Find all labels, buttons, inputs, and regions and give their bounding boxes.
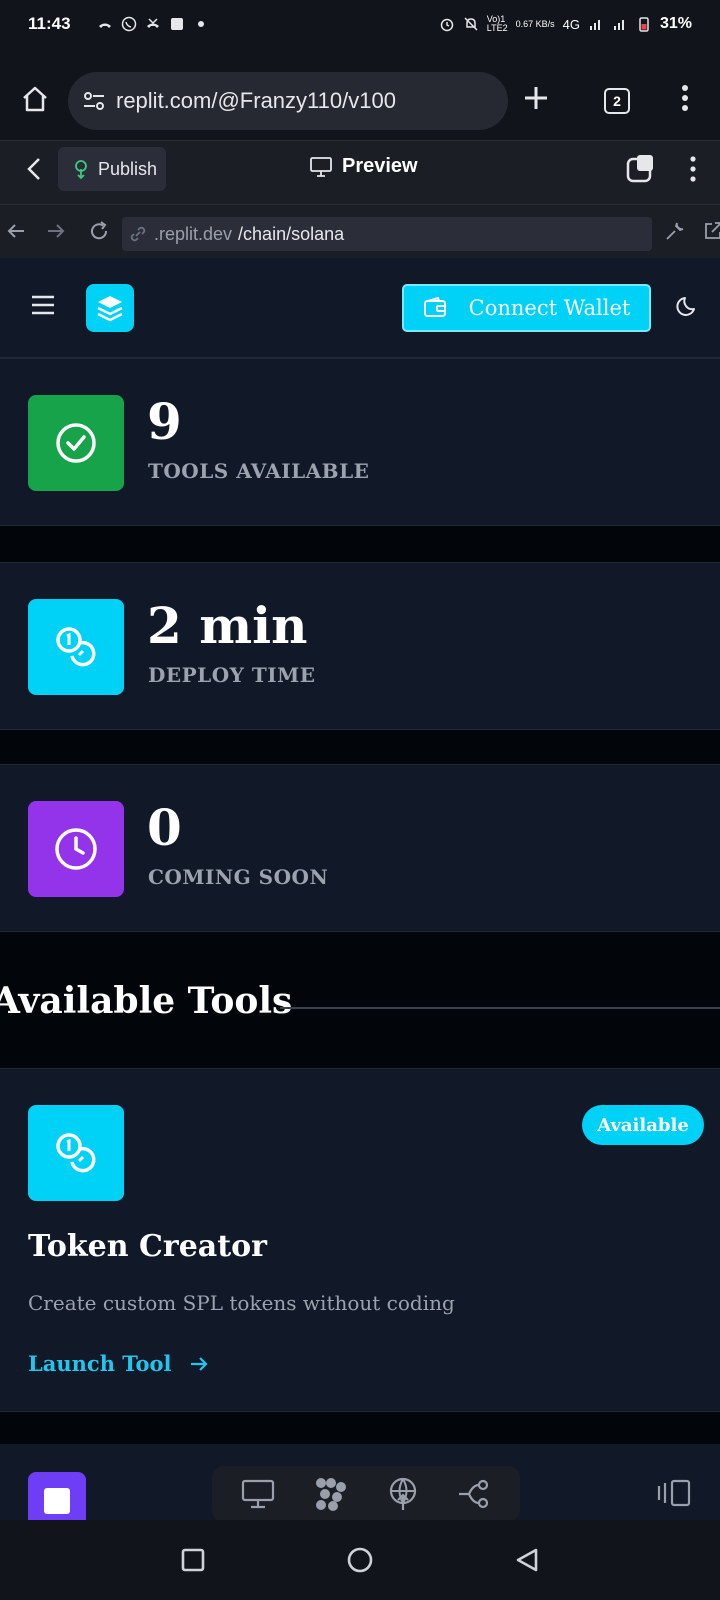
- reload-icon[interactable]: [88, 220, 110, 242]
- home-circle-icon[interactable]: [347, 1547, 373, 1573]
- monitor-icon: [310, 156, 332, 177]
- volte-indicator: Vo)1 LTE2: [486, 14, 508, 33]
- signal-icon: [613, 20, 624, 30]
- stat-value: 9: [147, 392, 182, 451]
- address-bar[interactable]: replit.com/@Franzy110/v100: [68, 72, 508, 130]
- battery-icon: [639, 17, 649, 32]
- stat-card-coming-soon: 0 COMING SOON: [0, 764, 720, 932]
- stat-label: TOOLS AVAILABLE: [148, 459, 370, 483]
- publish-label: Publish: [98, 158, 158, 179]
- git-branch-icon[interactable]: [457, 1479, 491, 1509]
- app-logo[interactable]: [86, 284, 134, 332]
- stat-label: COMING SOON: [148, 865, 329, 889]
- home-icon[interactable]: [20, 84, 50, 114]
- layers-icon: [97, 296, 123, 322]
- preview-url-domain: .replit.dev: [154, 223, 233, 244]
- tabs-icon[interactable]: [626, 153, 656, 183]
- stat-value: 0: [147, 798, 182, 857]
- status-time: 11:43: [28, 14, 71, 33]
- dark-mode-moon-icon[interactable]: [676, 294, 700, 318]
- mute-icon: [464, 17, 478, 31]
- whatsapp-icon: [121, 16, 136, 32]
- app-viewport: Connect Wallet 9 TOOLS AVAILABLE 2 min D…: [0, 258, 720, 1520]
- link-icon: [130, 226, 146, 242]
- launch-tool-label: Launch Tool: [28, 1351, 172, 1376]
- more-options-icon[interactable]: [688, 155, 698, 183]
- recents-square-icon[interactable]: [181, 1548, 205, 1572]
- launch-tool-link[interactable]: Launch Tool: [28, 1351, 209, 1376]
- preview-address-bar: .replit.dev/chain/solana: [0, 204, 720, 258]
- status-badge: Available: [582, 1105, 704, 1145]
- android-navigation-bar: [0, 1520, 720, 1600]
- coins-icon: [28, 1105, 124, 1201]
- network-type: 4G: [562, 16, 580, 32]
- status-bar: 11:43 Vo)1 LTE2 0.67 KB/s 4G 31%: [0, 0, 720, 48]
- publish-button[interactable]: Publish: [58, 147, 166, 191]
- replit-preview-bar: Publish Preview: [0, 140, 720, 204]
- speed-indicator: 0.67 KB/s: [515, 18, 555, 29]
- preview-url-path: /chain/solana: [238, 223, 345, 244]
- notification-icons: [97, 16, 209, 32]
- tab-switcher-button[interactable]: 2: [604, 88, 630, 114]
- preview-url-input[interactable]: .replit.dev/chain/solana: [122, 217, 652, 251]
- battery-percent: 31%: [659, 15, 692, 32]
- stat-card-tools: 9 TOOLS AVAILABLE: [0, 358, 720, 526]
- stat-card-deploy: 2 min DEPLOY TIME: [0, 562, 720, 730]
- stop-icon: [44, 1488, 70, 1514]
- stat-value: 2 min: [147, 596, 308, 655]
- missed-call-icon: [98, 23, 111, 28]
- coins-icon: [28, 599, 124, 695]
- connect-wallet-button[interactable]: Connect Wallet: [402, 284, 651, 332]
- section-title: Available Tools: [0, 980, 293, 1022]
- forward-arrow-icon[interactable]: [46, 221, 66, 241]
- site-settings-icon[interactable]: [82, 89, 106, 113]
- publish-icon: [75, 160, 87, 179]
- back-triangle-icon[interactable]: [515, 1547, 539, 1573]
- workspace-tools: [212, 1466, 520, 1522]
- preview-tab[interactable]: Preview: [310, 155, 418, 178]
- monitor-icon[interactable]: [241, 1479, 275, 1509]
- app-header: Connect Wallet: [0, 258, 720, 358]
- section-divider: [280, 1007, 720, 1009]
- check-circle-icon: [28, 395, 124, 491]
- preview-label: Preview: [342, 155, 418, 177]
- tool-description: Create custom SPL tokens without coding: [28, 1291, 455, 1315]
- new-tab-icon[interactable]: [522, 84, 550, 112]
- overflow-menu-icon[interactable]: [680, 84, 690, 112]
- modules-icon[interactable]: [313, 1477, 349, 1511]
- clock-icon: [28, 801, 124, 897]
- back-chevron-icon[interactable]: [24, 155, 44, 183]
- url-text: replit.com/@Franzy110/v100: [116, 88, 396, 113]
- tool-card: Available Token Creator Create custom SP…: [0, 1068, 720, 1412]
- tool-name: Token Creator: [28, 1229, 267, 1264]
- connect-wallet-label: Connect Wallet: [468, 296, 631, 320]
- signal-icon: [589, 20, 600, 30]
- hamburger-menu-icon[interactable]: [30, 294, 56, 316]
- split-view-icon[interactable]: [656, 1478, 692, 1508]
- missed-call-icon: [146, 18, 159, 28]
- stat-label: DEPLOY TIME: [148, 663, 316, 687]
- wallet-icon: [423, 297, 446, 317]
- devtools-wrench-icon[interactable]: [664, 220, 686, 242]
- alarm-icon: [440, 18, 453, 32]
- back-arrow-icon[interactable]: [6, 221, 26, 241]
- globe-deploy-icon[interactable]: [387, 1477, 419, 1511]
- dot-icon: [197, 21, 204, 27]
- open-external-icon[interactable]: [702, 220, 720, 242]
- app-notification-icon: [170, 18, 183, 30]
- replit-bottom-toolbar: [0, 1444, 720, 1530]
- arrow-right-icon: [191, 1356, 209, 1371]
